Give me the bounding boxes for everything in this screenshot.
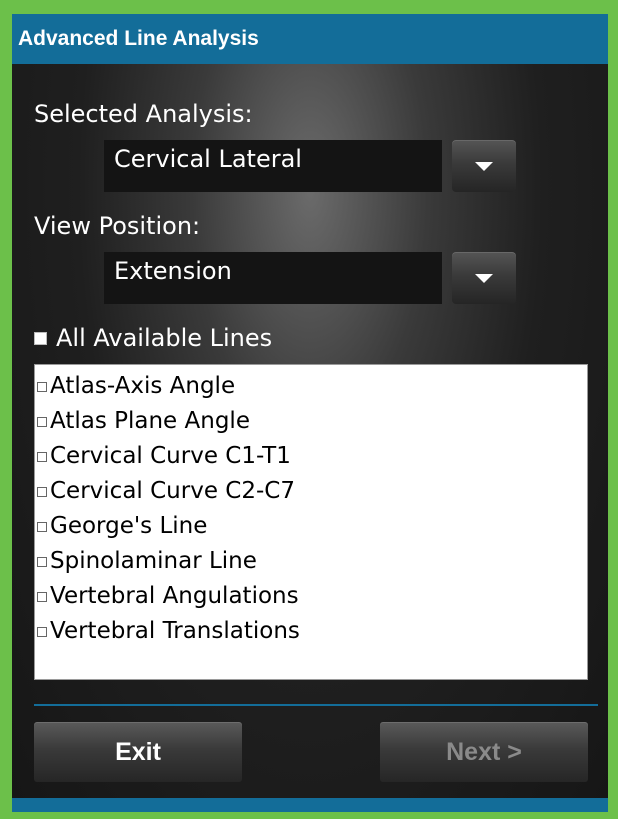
divider bbox=[34, 704, 598, 706]
view-position-dropdown[interactable]: Extension bbox=[104, 252, 442, 304]
checkbox-icon[interactable] bbox=[37, 557, 47, 567]
list-item-label: Vertebral Translations bbox=[50, 618, 300, 644]
selected-analysis-dropdown-button[interactable] bbox=[452, 140, 516, 192]
view-position-label: View Position: bbox=[34, 212, 201, 240]
view-position-dropdown-button[interactable] bbox=[452, 252, 516, 304]
next-button[interactable]: Next > bbox=[380, 722, 588, 782]
chevron-down-icon bbox=[475, 274, 493, 283]
list-item-label: Atlas Plane Angle bbox=[50, 408, 250, 434]
list-item[interactable]: Spinolaminar Line bbox=[35, 544, 587, 579]
checkbox-icon[interactable] bbox=[37, 592, 47, 602]
list-item[interactable]: Vertebral Angulations bbox=[35, 579, 587, 614]
checkbox-icon[interactable] bbox=[37, 452, 47, 462]
list-item-label: Vertebral Angulations bbox=[50, 583, 299, 609]
list-item[interactable]: Vertebral Translations bbox=[35, 614, 587, 649]
list-item-label: George's Line bbox=[50, 513, 208, 539]
bottom-bar bbox=[12, 798, 608, 812]
dialog-window: Advanced Line Analysis Selected Analysis… bbox=[12, 14, 608, 812]
list-item[interactable]: Cervical Curve C2-C7 bbox=[35, 474, 587, 509]
selected-analysis-dropdown[interactable]: Cervical Lateral bbox=[104, 140, 442, 192]
checkbox-icon[interactable] bbox=[37, 522, 47, 532]
checkbox-icon[interactable] bbox=[37, 417, 47, 427]
lines-listbox[interactable]: Atlas-Axis Angle Atlas Plane Angle Cervi… bbox=[34, 364, 588, 680]
all-available-lines-label: All Available Lines bbox=[56, 324, 273, 352]
list-item[interactable]: Cervical Curve C1-T1 bbox=[35, 439, 587, 474]
selected-analysis-label: Selected Analysis: bbox=[34, 100, 253, 128]
list-item[interactable]: George's Line bbox=[35, 509, 587, 544]
list-item-label: Cervical Curve C2-C7 bbox=[50, 478, 295, 504]
chevron-down-icon bbox=[475, 162, 493, 171]
list-item[interactable]: Atlas Plane Angle bbox=[35, 404, 587, 439]
checkbox-icon[interactable] bbox=[37, 382, 47, 392]
checkbox-icon[interactable] bbox=[34, 332, 47, 345]
list-item[interactable]: Atlas-Axis Angle bbox=[35, 369, 587, 404]
window-title: Advanced Line Analysis bbox=[12, 14, 608, 64]
list-item-label: Cervical Curve C1-T1 bbox=[50, 443, 291, 469]
list-item-label: Atlas-Axis Angle bbox=[50, 373, 236, 399]
exit-button[interactable]: Exit bbox=[34, 722, 242, 782]
window-frame: Advanced Line Analysis Selected Analysis… bbox=[0, 0, 618, 819]
list-item-label: Spinolaminar Line bbox=[50, 548, 257, 574]
checkbox-icon[interactable] bbox=[37, 627, 47, 637]
checkbox-icon[interactable] bbox=[37, 487, 47, 497]
